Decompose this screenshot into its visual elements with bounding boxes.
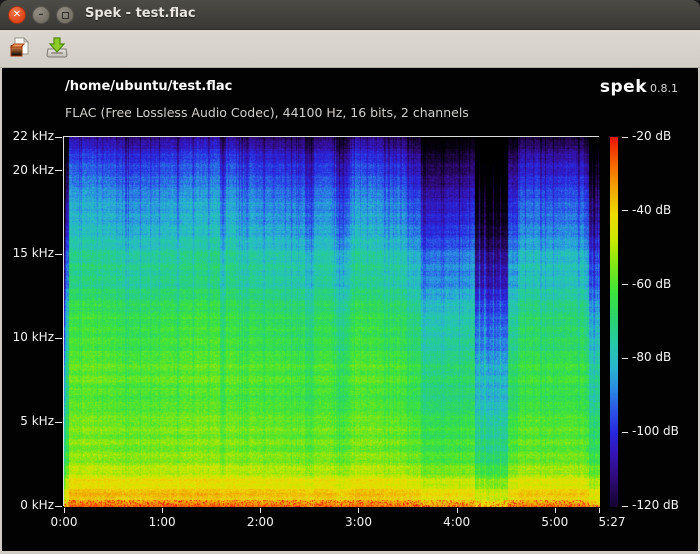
freq-tick-label: 20 kHz [2,163,54,177]
time-tick-label: 1:00 [149,515,176,529]
time-tick-label: 3:00 [345,515,372,529]
db-tick [622,432,628,433]
db-tick [622,284,628,285]
save-button[interactable] [40,32,74,66]
freq-tick [55,422,62,423]
time-tick [358,508,359,513]
close-button[interactable]: ✕ [8,6,26,24]
window-title: Spek - test.flac [85,6,196,21]
freq-tick-label: 15 kHz [2,246,54,260]
time-tick-label: 0:00 [51,515,78,529]
freq-tick-label: 0 kHz [2,498,54,512]
spectrogram-canvas [64,137,600,507]
file-path: /home/ubuntu/test.flac [65,79,232,94]
freq-tick [55,338,62,339]
db-legend-canvas [610,137,618,507]
time-tick [457,508,458,513]
close-icon: ✕ [13,10,21,20]
time-tick [162,508,163,513]
freq-tick [55,254,62,255]
titlebar[interactable]: ✕ – Spek - test.flac [0,0,700,30]
db-tick [622,210,628,211]
db-tick-label: -120 dB [632,498,679,512]
spek-window: ✕ – Spek - test.flac [0,0,700,554]
freq-tick-label: 10 kHz [2,330,54,344]
freq-tick [55,506,62,507]
freq-tick [55,137,62,138]
db-tick-label: -20 dB [632,129,671,143]
maximize-icon [62,12,69,19]
freq-tick [55,170,62,171]
app-name: spek [600,77,647,97]
save-drive-icon [43,34,71,65]
app-logo: spek0.8.1 [600,77,678,97]
app-version: 0.8.1 [650,82,678,95]
db-tick-label: -40 dB [632,203,671,217]
freq-tick-label: 22 kHz [2,129,54,143]
db-legend-bar [610,137,618,507]
minimize-button[interactable]: – [32,6,50,24]
db-tick [622,358,628,359]
db-tick [622,137,628,138]
time-tick [599,508,600,513]
maximize-button[interactable] [56,6,74,24]
db-tick-label: -60 dB [632,277,671,291]
window-frame-left [0,68,2,554]
time-tick-label: 5:00 [541,515,568,529]
time-tick-label: 2:00 [247,515,274,529]
toolbar [0,30,700,68]
main-content: /home/ubuntu/test.flac spek0.8.1 FLAC (F… [0,68,700,551]
db-tick-label: -80 dB [632,350,671,364]
file-info: FLAC (Free Lossless Audio Codec), 44100 … [65,105,469,120]
spectrogram-plot [63,136,599,506]
minimize-icon: – [39,10,44,20]
open-file-button[interactable] [4,32,38,66]
db-tick [622,506,628,507]
time-tick [64,508,65,513]
freq-tick-label: 5 kHz [2,414,54,428]
db-tick-label: -100 dB [632,424,679,438]
time-tick-label: 4:00 [443,515,470,529]
time-tick [555,508,556,513]
time-tick-label: 5:27 [599,515,626,529]
time-tick [260,508,261,513]
open-folder-icon [7,34,35,65]
